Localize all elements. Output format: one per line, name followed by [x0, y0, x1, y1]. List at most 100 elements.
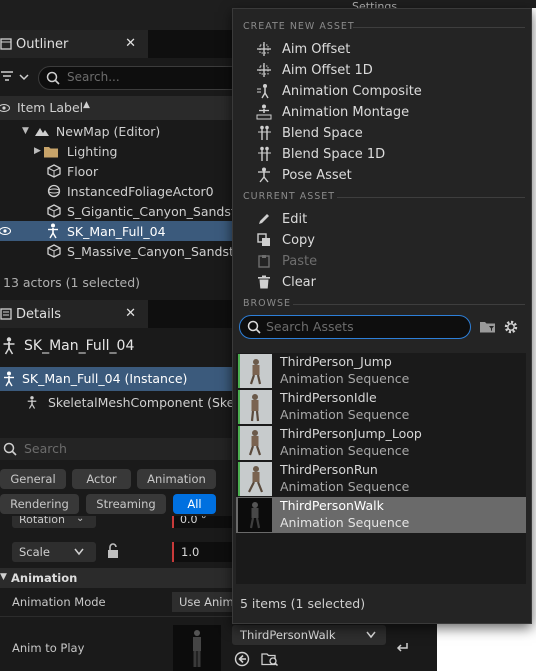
asset-thumbnail	[238, 426, 272, 460]
pose-asset-icon	[255, 167, 273, 183]
menu-item-clear[interactable]: Clear	[255, 272, 316, 292]
folder-filter-icon[interactable]	[479, 320, 497, 334]
details-search-placeholder: Search	[24, 441, 67, 456]
asset-type: Animation Sequence	[280, 479, 410, 494]
gear-icon[interactable]	[503, 319, 519, 335]
map-icon	[34, 128, 49, 136]
scale-dropdown[interactable]: Scale	[12, 542, 96, 562]
animation-section-label: Animation	[11, 571, 78, 585]
expanded-arrow-icon[interactable]: ▼	[22, 126, 29, 136]
details-tab[interactable]: Details ✕	[0, 300, 148, 328]
folder-icon	[43, 146, 58, 157]
anim-to-play-value: ThirdPersonWalk	[240, 628, 336, 642]
static-mesh-icon	[47, 204, 61, 218]
browse-folder-icon[interactable]	[261, 651, 279, 667]
character-figure-icon	[193, 630, 201, 667]
asset-list-item[interactable]: ThirdPersonJump_Loop Animation Sequence	[236, 425, 526, 461]
menu-item-edit[interactable]: Edit	[255, 209, 307, 229]
edit-pencil-icon	[255, 211, 273, 227]
rotation-x-field[interactable]: 0.0 °	[172, 516, 232, 528]
details-tab-label: Details	[16, 306, 62, 322]
close-icon[interactable]: ✕	[125, 36, 136, 51]
filter-actor-button[interactable]: Actor	[72, 469, 131, 489]
menu-item-blend-space[interactable]: Blend Space	[255, 123, 363, 143]
filter-rendering-button[interactable]: Rendering	[0, 494, 79, 514]
static-mesh-icon	[47, 244, 61, 258]
rotation-dropdown[interactable]: Rotation ⌄	[12, 516, 96, 528]
asset-count-status: 5 items (1 selected)	[240, 596, 366, 611]
skeleton-icon	[3, 337, 15, 355]
details-instance-label: SK_Man_Full_04 (Instance)	[22, 371, 188, 386]
asset-name: ThirdPersonRun	[280, 462, 378, 477]
anim-to-play-label: Anim to Play	[12, 641, 85, 655]
outliner-item-label: SK_Man_Full_04	[67, 223, 166, 239]
details-title: SK_Man_Full_04	[24, 338, 135, 354]
menu-item-copy[interactable]: Copy	[255, 230, 315, 250]
filter-general-button[interactable]: General	[0, 469, 66, 489]
sphere-actor-icon	[47, 184, 61, 198]
search-icon	[46, 71, 60, 85]
outliner-item-label: S_Massive_Canyon_Sandsto	[67, 243, 242, 259]
trash-icon	[255, 274, 273, 290]
menu-item-blend-space-1d[interactable]: Blend Space 1D	[255, 144, 385, 164]
menu-item-paste[interactable]: Paste	[255, 251, 317, 271]
asset-list-item[interactable]: ThirdPersonRun Animation Sequence	[236, 461, 526, 497]
asset-name: ThirdPersonJump_Loop	[280, 426, 422, 441]
asset-type: Animation Sequence	[280, 515, 410, 530]
reset-arrow-icon[interactable]	[395, 641, 409, 653]
outliner-item-label: Lighting	[66, 143, 118, 159]
menu-item-aim-offset-1d[interactable]: Aim Offset 1D	[255, 60, 373, 80]
asset-search-input[interactable]	[239, 315, 471, 339]
animation-composite-icon	[255, 83, 273, 99]
outliner-item-label: NewMap (Editor)	[55, 123, 161, 139]
anim-mode-label: Animation Mode	[12, 595, 106, 609]
asset-list-item[interactable]: ThirdPerson_Jump Animation Sequence	[236, 353, 526, 389]
static-mesh-icon	[47, 164, 61, 178]
anim-to-play-dropdown[interactable]: ThirdPersonWalk	[232, 625, 386, 645]
asset-list: ThirdPerson_Jump Animation Sequence Thir…	[236, 353, 526, 584]
search-icon	[247, 320, 261, 334]
scale-value: 1.0	[181, 545, 200, 559]
asset-list-item[interactable]: ThirdPersonIdle Animation Sequence	[236, 389, 526, 425]
filter-all-button[interactable]: All	[173, 494, 216, 514]
menu-item-animation-composite[interactable]: Animation Composite	[255, 81, 422, 101]
asset-name: ThirdPerson_Jump	[280, 354, 392, 369]
scale-label: Scale	[19, 545, 50, 559]
column-item-label[interactable]: Item Label	[17, 100, 83, 115]
asset-name: ThirdPersonWalk	[280, 498, 384, 513]
use-selected-arrow-icon[interactable]	[234, 651, 250, 667]
skeleton-icon	[48, 223, 58, 239]
collapsed-arrow-icon[interactable]: ▶	[34, 146, 41, 156]
blend-space-icon	[255, 125, 273, 141]
section-divider	[293, 304, 525, 305]
details-icon	[0, 308, 12, 320]
asset-search-field[interactable]	[266, 317, 456, 335]
scale-x-field[interactable]: 1.0	[172, 542, 234, 562]
lock-icon[interactable]	[106, 543, 120, 559]
outliner-search-input[interactable]: Search...	[38, 66, 250, 90]
anim-asset-picker-menu: CREATE NEW ASSET Aim Offset Aim Offset 1…	[232, 8, 532, 624]
skeleton-icon	[4, 371, 14, 387]
visibility-eye-icon[interactable]	[0, 225, 11, 237]
outliner-tab[interactable]: Outliner ✕	[0, 30, 148, 58]
menu-item-aim-offset[interactable]: Aim Offset	[255, 39, 350, 59]
outliner-icon	[0, 38, 12, 50]
filter-animation-button[interactable]: Animation	[137, 469, 216, 489]
asset-thumbnail	[238, 498, 272, 532]
animation-montage-icon	[255, 104, 273, 120]
anim-mode-dropdown[interactable]: Use Anima	[172, 592, 241, 612]
menu-item-animation-montage[interactable]: Animation Montage	[255, 102, 409, 122]
section-divider	[337, 197, 525, 198]
asset-list-item-selected[interactable]: ThirdPersonWalk Animation Sequence	[236, 497, 526, 533]
menu-item-pose-asset[interactable]: Pose Asset	[255, 165, 352, 185]
anim-thumbnail[interactable]	[173, 625, 221, 671]
aim-offset-icon	[255, 41, 273, 57]
sort-ascending-icon: ▲	[83, 100, 90, 110]
close-icon[interactable]: ✕	[125, 306, 136, 321]
visibility-eye-icon[interactable]	[0, 102, 10, 114]
filter-streaming-button[interactable]: Streaming	[86, 494, 166, 514]
asset-name: ThirdPersonIdle	[280, 390, 377, 405]
blend-space-1d-icon	[255, 146, 273, 162]
filter-icon[interactable]	[0, 70, 30, 84]
copy-icon	[255, 232, 273, 248]
